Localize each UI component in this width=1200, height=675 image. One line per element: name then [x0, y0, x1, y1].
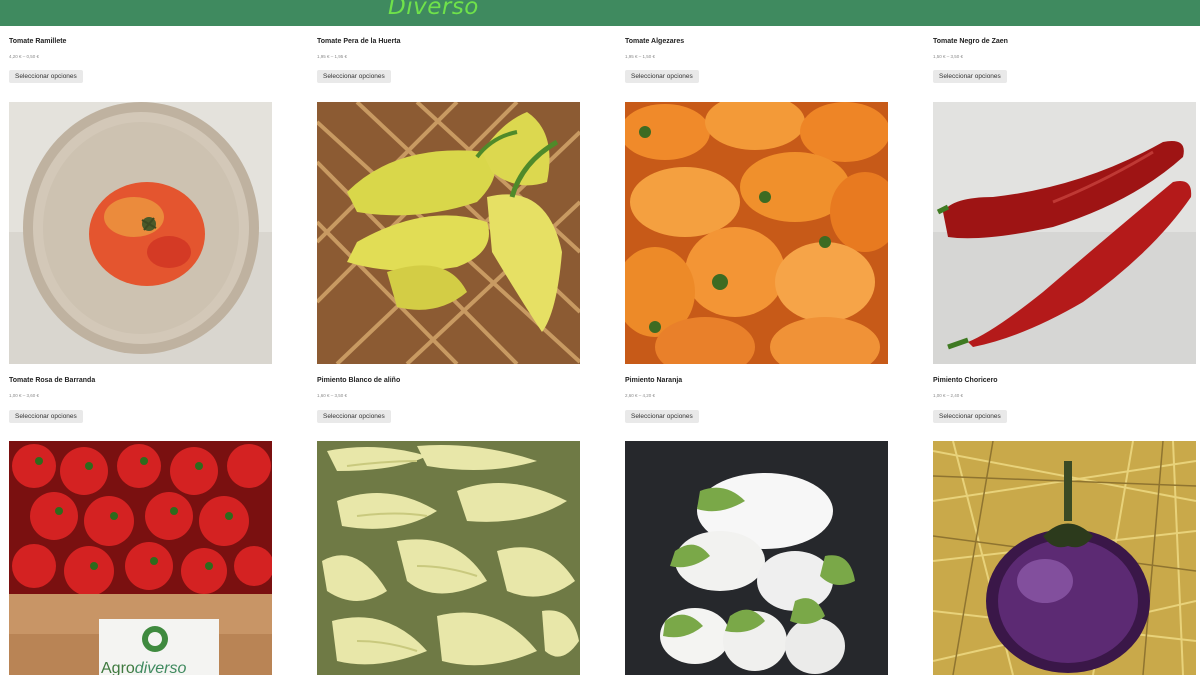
product-price: 1,95 € – 1,95 €: [317, 54, 348, 59]
red-choricero-peppers-image: [933, 102, 1196, 364]
select-options-button[interactable]: Seleccionar opciones: [317, 410, 391, 423]
purple-eggplant-straw-image: [933, 441, 1196, 675]
product-title[interactable]: Tomate Ramillete: [9, 38, 66, 45]
product-price: 1,50 € – 3,50 €: [933, 54, 964, 59]
agrodiverso-logo: Agrodiverso: [101, 660, 186, 675]
yellow-peppers-basket-image: [317, 102, 580, 364]
product-image[interactable]: [317, 441, 580, 675]
select-options-button[interactable]: Seleccionar opciones: [933, 70, 1007, 83]
product-image[interactable]: [625, 102, 888, 364]
pale-green-peppers-image: [317, 441, 580, 675]
orange-peppers-image: [625, 102, 888, 364]
select-options-button[interactable]: Seleccionar opciones: [317, 70, 391, 83]
product-title[interactable]: Pimiento Choricero: [933, 377, 998, 384]
select-options-button[interactable]: Seleccionar opciones: [9, 410, 83, 423]
product-title[interactable]: Tomate Rosa de Barranda: [9, 377, 95, 384]
red-peppers-crate-image: Agrodiverso: [9, 441, 272, 675]
product-image[interactable]: [625, 441, 888, 675]
product-price: 4,20 € – 0,50 €: [9, 54, 40, 59]
product-price: 2,60 € – 4,20 €: [625, 393, 656, 398]
product-image[interactable]: Agrodiverso: [9, 441, 272, 675]
select-options-button[interactable]: Seleccionar opciones: [625, 410, 699, 423]
tomato-on-plate-image: [9, 102, 272, 364]
select-options-button[interactable]: Seleccionar opciones: [9, 70, 83, 83]
product-image[interactable]: [933, 102, 1196, 364]
product-price: 1,00 € – 2,40 €: [933, 393, 964, 398]
product-image[interactable]: [317, 102, 580, 364]
product-price: 1,00 € – 3,60 €: [9, 393, 40, 398]
select-options-button[interactable]: Seleccionar opciones: [625, 70, 699, 83]
product-price: 1,60 € – 3,50 €: [317, 393, 348, 398]
product-title[interactable]: Tomate Negro de Zaen: [933, 38, 1008, 45]
product-grid: Tomate Ramillete 4,20 € – 0,50 € Selecci…: [0, 0, 1200, 675]
product-title[interactable]: Pimiento Blanco de aliño: [317, 377, 400, 384]
product-price: 1,95 € – 1,50 €: [625, 54, 656, 59]
product-title[interactable]: Pimiento Naranja: [625, 377, 682, 384]
product-title[interactable]: Tomate Pera de la Huerta: [317, 38, 401, 45]
product-title[interactable]: Tomate Algezares: [625, 38, 684, 45]
select-options-button[interactable]: Seleccionar opciones: [933, 410, 1007, 423]
white-eggplants-image: [625, 441, 888, 675]
product-image[interactable]: [9, 102, 272, 364]
product-image[interactable]: [933, 441, 1196, 675]
